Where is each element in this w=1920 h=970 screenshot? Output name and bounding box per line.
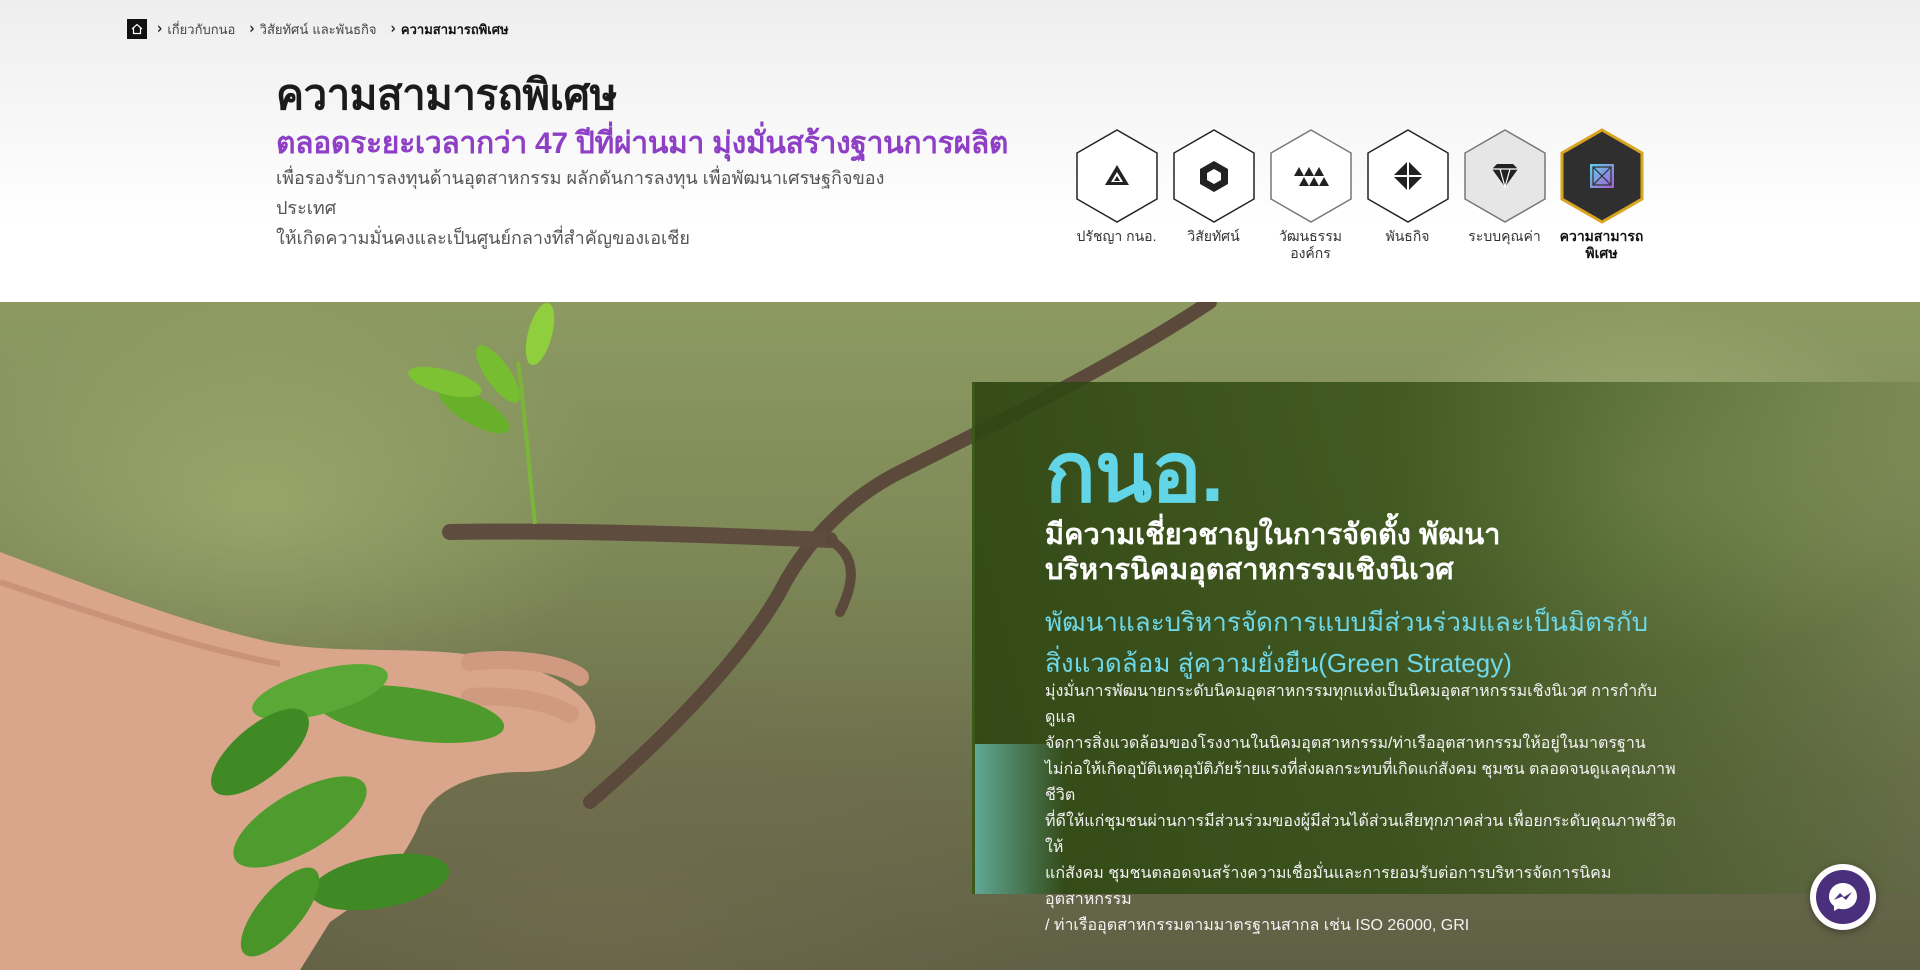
description-line: เพื่อรองรับการลงทุนด้านอุตสาหกรรม ผลักดั… (276, 168, 885, 218)
hex-nav-mission[interactable]: พันธกิจ (1359, 128, 1456, 262)
brand-name: กนอ. (1045, 425, 1224, 519)
chevron-right-icon: › (249, 20, 255, 38)
breadcrumb: › เกี่ยวกับกนอ › วิสัยทัศน์ และพันธกิจ ›… (127, 18, 523, 40)
hex-nav-label: ระบบคุณค่า (1468, 228, 1541, 244)
lead-text: มีความเชี่ยวชาญในการจัดตั้ง พัฒนา บริหาร… (1045, 519, 1501, 586)
hex-nav: ปรัชญา กนอ. วิสัยทัศน์ วัฒนธรรมองค์กร พั… (1068, 128, 1650, 262)
hero-section: กนอ. มีความเชี่ยวชาญในการจัดตั้ง พัฒนา บ… (0, 302, 1920, 970)
hex-nav-special-ability[interactable]: ความสามารถ พิเศษ (1553, 128, 1650, 262)
breadcrumb-item-about[interactable]: › เกี่ยวกับกนอ (157, 19, 235, 40)
body-line: ไม่ก่อให้เกิดอุบัติเหตุอุบัติภัยร้ายแรงท… (1045, 761, 1676, 804)
mountains-icon (1269, 129, 1352, 223)
hex-nav-label: วิสัยทัศน์ (1187, 228, 1240, 244)
crossed-box-icon (1560, 128, 1643, 224)
hex-nav-philosophy[interactable]: ปรัชญา กนอ. (1068, 128, 1165, 262)
body-line: แก่สังคม ชุมชนตลอดจนสร้างความเชื่อมั่นแล… (1045, 865, 1612, 908)
description-line: ให้เกิดความมั่นคงและเป็นศูนย์กลางที่สำคั… (276, 228, 690, 248)
body-text: มุ่งมั่นการพัฒนายกระดับนิคมอุตสาหกรรมทุก… (1045, 679, 1685, 939)
body-line: จัดการสิ่งแวดล้อมของโรงงานในนิคมอุตสาหกร… (1045, 735, 1646, 752)
chevron-right-icon: › (157, 20, 163, 38)
hex-nav-values[interactable]: ระบบคุณค่า (1456, 128, 1553, 262)
messenger-icon (1829, 883, 1857, 911)
home-icon (131, 23, 143, 35)
page-description: เพื่อรองรับการลงทุนด้านอุตสาหกรรม ผลักดั… (276, 163, 916, 253)
hex-nav-label: ความสามารถ พิเศษ (1559, 228, 1644, 261)
hex-nav-vision[interactable]: วิสัยทัศน์ (1165, 128, 1262, 262)
hex-nav-culture[interactable]: วัฒนธรรมองค์กร (1262, 128, 1359, 262)
breadcrumb-home[interactable] (127, 19, 147, 39)
breadcrumb-item-current: › ความสามารถพิเศษ (390, 20, 509, 38)
chat-button[interactable] (1810, 864, 1876, 930)
triangles-icon (1075, 129, 1158, 223)
body-line: ที่ดีให้แก่ชุมชนผ่านการมีส่วนร่วมของผู้ม… (1045, 813, 1677, 856)
hex-nav-label: วัฒนธรรมองค์กร (1279, 228, 1342, 261)
diamond-quad-icon (1366, 129, 1449, 223)
page-subtitle: ตลอดระยะเวลากว่า 47 ปีที่ผ่านมา มุ่งมั่น… (276, 127, 1009, 160)
body-line: มุ่งมั่นการพัฒนายกระดับนิคมอุตสาหกรรมทุก… (1045, 683, 1658, 726)
chevron-right-icon: › (390, 20, 396, 38)
hex-nav-label: พันธกิจ (1385, 228, 1430, 244)
hexagon-ring-icon (1172, 129, 1255, 223)
hex-nav-label: ปรัชญา กนอ. (1076, 228, 1157, 244)
info-panel: กนอ. มีความเชี่ยวชาญในการจัดตั้ง พัฒนา บ… (972, 382, 1920, 934)
chat-button-inner (1816, 870, 1870, 924)
page-title: ความสามารถพิเศษ (276, 71, 617, 118)
body-line: / ท่าเรืออุตสาหกรรมตามมาตรฐานสากล เช่น I… (1045, 917, 1470, 934)
strategy-text: พัฒนาและบริหารจัดการแบบมีส่วนร่วมและเป็น… (1045, 607, 1649, 678)
page-header: › เกี่ยวกับกนอ › วิสัยทัศน์ และพันธกิจ ›… (0, 0, 1920, 302)
gem-icon (1463, 129, 1546, 223)
breadcrumb-item-vision[interactable]: › วิสัยทัศน์ และพันธกิจ (249, 19, 376, 40)
